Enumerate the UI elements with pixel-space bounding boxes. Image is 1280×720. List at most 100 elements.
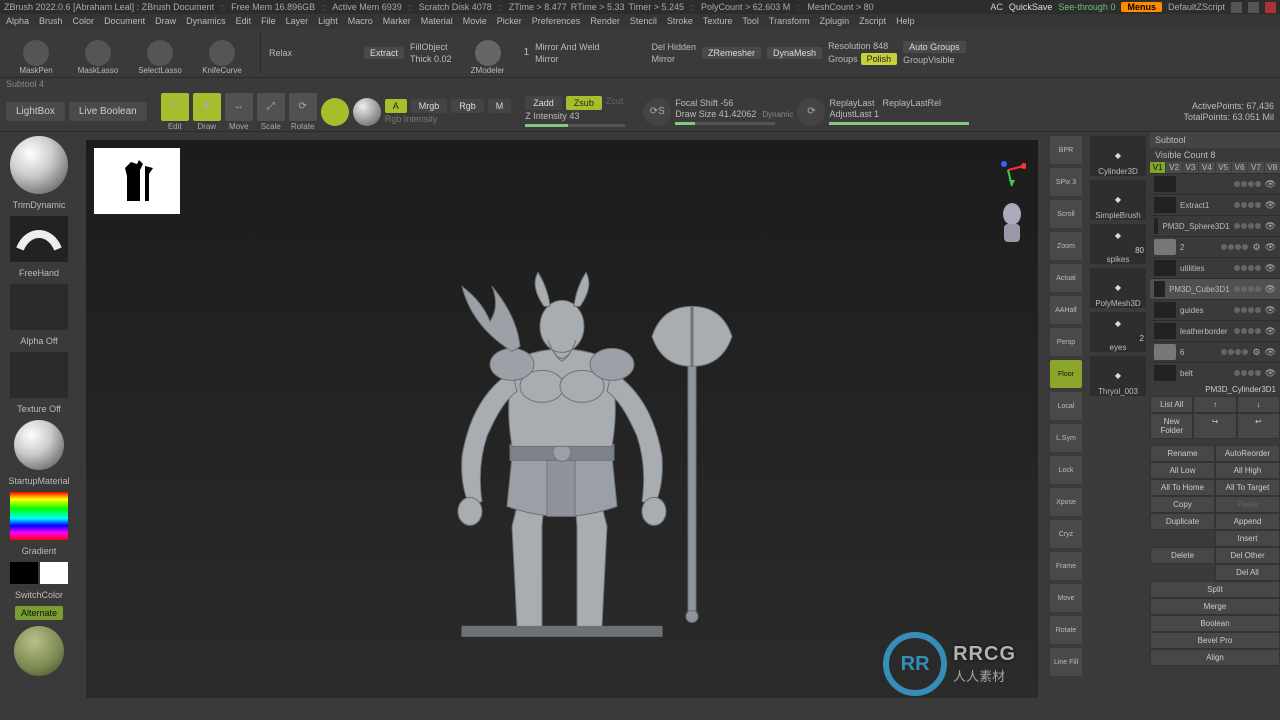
list-up-arrow[interactable]: ↑ bbox=[1193, 396, 1236, 413]
default-zscript[interactable]: DefaultZScript bbox=[1168, 2, 1225, 12]
mirror2[interactable]: Mirror bbox=[651, 54, 696, 64]
subtool-item[interactable]: utilities👁 bbox=[1150, 257, 1280, 278]
material-sphere[interactable] bbox=[14, 420, 64, 470]
focal-shift[interactable]: Focal Shift -56 bbox=[675, 98, 793, 108]
all-high-button[interactable]: All High bbox=[1215, 462, 1280, 479]
tool-selectlasso[interactable]: SelectLasso bbox=[130, 31, 190, 75]
del-other-button[interactable]: Del Other bbox=[1215, 547, 1280, 564]
polish-toggle[interactable]: Polish bbox=[861, 53, 898, 65]
merge-button[interactable]: Merge bbox=[1150, 598, 1280, 615]
bevel-pro-button[interactable]: Bevel Pro bbox=[1150, 632, 1280, 649]
zcut[interactable]: Zcut bbox=[606, 96, 624, 110]
viewport[interactable] bbox=[86, 140, 1038, 698]
nav-xpose[interactable]: Xpose bbox=[1050, 488, 1082, 516]
nav-spix3[interactable]: SPix 3 bbox=[1050, 168, 1082, 196]
alpha-box[interactable] bbox=[10, 284, 68, 330]
eye-icon[interactable]: 👁 bbox=[1265, 305, 1276, 316]
menu-zplugin[interactable]: Zplugin bbox=[820, 16, 850, 26]
subtool-item[interactable]: 2⚙👁 bbox=[1150, 236, 1280, 257]
extract-button[interactable]: Extract bbox=[364, 47, 404, 59]
rotate-mode[interactable]: ⟳ bbox=[289, 93, 317, 121]
menus-button[interactable]: Menus bbox=[1121, 2, 1162, 12]
menu-render[interactable]: Render bbox=[590, 16, 620, 26]
tool-knifecurve[interactable]: KnifeCurve bbox=[192, 31, 252, 75]
texture-box[interactable] bbox=[10, 352, 68, 398]
mrgb-a[interactable]: A bbox=[385, 99, 407, 113]
menu-macro[interactable]: Macro bbox=[348, 16, 373, 26]
replay-icon[interactable]: ⟳ bbox=[797, 98, 825, 126]
split-button[interactable]: Split bbox=[1150, 581, 1280, 598]
subtool-item[interactable]: PM3D_Cube3D1👁 bbox=[1150, 278, 1280, 299]
resolution-label[interactable]: Resolution 848 bbox=[828, 41, 897, 51]
nav-floor[interactable]: Floor bbox=[1050, 360, 1082, 388]
swatch-black[interactable] bbox=[10, 562, 38, 584]
eye-icon[interactable]: 👁 bbox=[1265, 221, 1276, 232]
nav-rotate[interactable]: Rotate bbox=[1050, 616, 1082, 644]
nav-frame[interactable]: Frame bbox=[1050, 552, 1082, 580]
slot-polymesh3d[interactable]: ◆PolyMesh3D bbox=[1090, 268, 1146, 308]
folder-move-in[interactable]: ↩ bbox=[1237, 413, 1280, 439]
insert-button[interactable]: Insert bbox=[1215, 530, 1280, 547]
view-v2[interactable]: V2 bbox=[1166, 162, 1181, 173]
replay-last[interactable]: ReplayLast bbox=[829, 98, 874, 108]
close-icon[interactable] bbox=[1265, 2, 1276, 13]
zsub[interactable]: Zsub bbox=[566, 96, 602, 110]
menu-stroke[interactable]: Stroke bbox=[667, 16, 693, 26]
slot-eyes[interactable]: ◆2eyes bbox=[1090, 312, 1146, 352]
adjust-last[interactable]: AdjustLast 1 bbox=[829, 109, 969, 119]
nav-zoom[interactable]: Zoom bbox=[1050, 232, 1082, 260]
new-folder-button[interactable]: New Folder bbox=[1150, 413, 1193, 439]
edit-mode[interactable]: ✎ bbox=[161, 93, 189, 121]
nav-move[interactable]: Move bbox=[1050, 584, 1082, 612]
menu-file[interactable]: File bbox=[261, 16, 276, 26]
duplicate-button[interactable]: Duplicate bbox=[1150, 513, 1215, 530]
view-v5[interactable]: V5 bbox=[1216, 162, 1231, 173]
nav-lock[interactable]: Lock bbox=[1050, 456, 1082, 484]
menu-light[interactable]: Light bbox=[318, 16, 338, 26]
scale-mode[interactable]: ⤢ bbox=[257, 93, 285, 121]
switch-color[interactable]: SwitchColor bbox=[15, 590, 63, 600]
mirror-and-weld[interactable]: Mirror And Weld bbox=[535, 42, 599, 52]
tool-masklasso[interactable]: MaskLasso bbox=[68, 31, 128, 75]
menu-texture[interactable]: Texture bbox=[703, 16, 733, 26]
menu-transform[interactable]: Transform bbox=[769, 16, 810, 26]
fillobject-button[interactable]: FillObject bbox=[410, 42, 452, 52]
rename-button[interactable]: Rename bbox=[1150, 445, 1215, 462]
move-mode[interactable]: ↔ bbox=[225, 93, 253, 121]
alternate-button[interactable]: Alternate bbox=[15, 606, 63, 620]
subtool-header[interactable]: Subtool bbox=[1150, 132, 1280, 148]
tool-maskpen[interactable]: MaskPen bbox=[6, 31, 66, 75]
paste-button[interactable]: Paste bbox=[1215, 496, 1280, 513]
all-to-home-button[interactable]: All To Home bbox=[1150, 479, 1215, 496]
gradient-label[interactable]: Gradient bbox=[22, 546, 57, 556]
all-to-target-button[interactable]: All To Target bbox=[1215, 479, 1280, 496]
list-down-arrow[interactable]: ↓ bbox=[1237, 396, 1280, 413]
gizmo-toggle[interactable] bbox=[321, 98, 349, 126]
rgb[interactable]: Rgb bbox=[451, 99, 484, 113]
nav-actual[interactable]: Actual bbox=[1050, 264, 1082, 292]
subtool-item[interactable]: Extract1👁 bbox=[1150, 194, 1280, 215]
lightbox-button[interactable]: LightBox bbox=[6, 102, 65, 121]
drawsize-slider[interactable] bbox=[675, 122, 775, 125]
nav-linefill[interactable]: Line Fill bbox=[1050, 648, 1082, 676]
dynamic-toggle-icon[interactable]: ⟳S bbox=[643, 98, 671, 126]
min-icon[interactable] bbox=[1231, 2, 1242, 13]
subtool-item[interactable]: 👁 bbox=[1150, 173, 1280, 194]
draw-size[interactable]: Draw Size 41.42062 bbox=[675, 109, 756, 119]
zadd[interactable]: Zadd bbox=[525, 96, 562, 110]
auto-groups-button[interactable]: Auto Groups bbox=[903, 41, 966, 53]
delete-button[interactable]: Delete bbox=[1150, 547, 1215, 564]
sculptris-toggle[interactable] bbox=[353, 98, 381, 126]
autoreorder-button[interactable]: AutoReorder bbox=[1215, 445, 1280, 462]
swatch-white[interactable] bbox=[40, 562, 68, 584]
menu-preferences[interactable]: Preferences bbox=[532, 16, 581, 26]
slot-spikes[interactable]: ◆80spikes bbox=[1090, 224, 1146, 264]
mirror1[interactable]: Mirror bbox=[535, 54, 599, 64]
menu-edit[interactable]: Edit bbox=[236, 16, 252, 26]
color-picker[interactable] bbox=[10, 492, 68, 540]
eye-icon[interactable]: 👁 bbox=[1265, 263, 1276, 274]
list-all-button[interactable]: List All bbox=[1150, 396, 1193, 413]
thick-label[interactable]: Thick 0.02 bbox=[410, 54, 452, 64]
replay-last-rel[interactable]: ReplayLastRel bbox=[883, 98, 942, 108]
secondary-material[interactable] bbox=[14, 626, 64, 676]
